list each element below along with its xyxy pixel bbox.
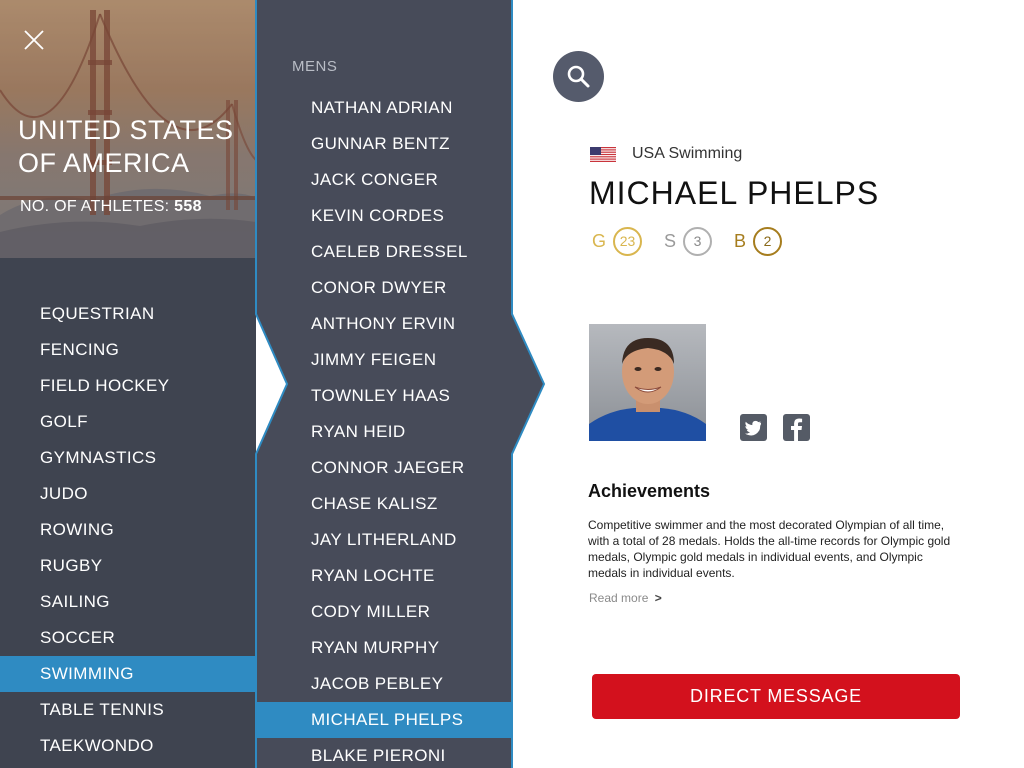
athletes-panel: MENS NATHAN ADRIAN GUNNAR BENTZ JACK CON… (257, 0, 511, 768)
bronze-medal-count: 2 (753, 227, 783, 256)
athlete-item[interactable]: RYAN LOCHTE (257, 558, 511, 594)
sport-item-judo[interactable]: JUDO (0, 476, 256, 512)
silver-medal-count: 3 (683, 227, 713, 256)
athlete-item[interactable]: TOWNLEY HAAS (257, 378, 511, 414)
close-button[interactable] (22, 28, 46, 52)
us-flag-icon (590, 146, 616, 162)
sport-item-rowing[interactable]: ROWING (0, 512, 256, 548)
athlete-item[interactable]: CHASE KALISZ (257, 486, 511, 522)
gold-medal-count: 23 (613, 227, 643, 256)
team-row: USA Swimming (590, 144, 742, 164)
read-more-link[interactable]: Read more > (589, 591, 662, 605)
athlete-item[interactable]: JACK CONGER (257, 162, 511, 198)
silver-medal-letter: S (664, 231, 677, 251)
bronze-medals: B 2 (734, 227, 783, 256)
athletes-count-label: NO. OF ATHLETES: (20, 198, 170, 215)
athlete-portrait-image (589, 324, 706, 441)
search-icon (567, 65, 590, 88)
gold-medal-letter: G (592, 231, 607, 251)
sport-item-field-hockey[interactable]: FIELD HOCKEY (0, 368, 256, 404)
chevron-right-icon: > (654, 591, 662, 605)
athlete-item[interactable]: CONNOR JAEGER (257, 450, 511, 486)
athlete-item-selected[interactable]: MICHAEL PHELPS (257, 702, 511, 738)
search-button[interactable] (553, 51, 604, 102)
athlete-item[interactable]: NATHAN ADRIAN (257, 90, 511, 126)
read-more-label: Read more (589, 591, 649, 605)
direct-message-button[interactable]: DIRECT MESSAGE (592, 674, 960, 719)
sport-item-sailing[interactable]: SAILING (0, 584, 256, 620)
athlete-item[interactable]: RYAN HEID (257, 414, 511, 450)
sport-item-swimming[interactable]: SWIMMING (0, 656, 256, 692)
athletes-count-value: 558 (174, 198, 202, 215)
athlete-item[interactable]: JIMMY FEIGEN (257, 342, 511, 378)
bronze-medal-letter: B (734, 231, 747, 251)
sport-item-rugby[interactable]: RUGBY (0, 548, 256, 584)
sport-item-soccer[interactable]: SOCCER (0, 620, 256, 656)
sport-item-taekwondo[interactable]: TAEKWONDO (0, 728, 256, 764)
athlete-item[interactable]: BLAKE PIERONI (257, 738, 511, 768)
sport-item-table-tennis[interactable]: TABLE TENNIS (0, 692, 256, 728)
athlete-name: MICHAEL PHELPS (589, 175, 880, 211)
sports-panel: UNITED STATES OF AMERICA NO. OF ATHLETES… (0, 0, 256, 768)
athlete-item[interactable]: CAELEB DRESSEL (257, 234, 511, 270)
athlete-item[interactable]: KEVIN CORDES (257, 198, 511, 234)
athlete-item[interactable]: RYAN MURPHY (257, 630, 511, 666)
sport-item-fencing[interactable]: FENCING (0, 332, 256, 368)
silver-medals: S 3 (664, 227, 713, 256)
athlete-item[interactable]: GUNNAR BENTZ (257, 126, 511, 162)
gold-medals: G 23 (592, 227, 643, 256)
twitter-icon (740, 414, 767, 441)
athlete-item[interactable]: CONOR DWYER (257, 270, 511, 306)
achievements-text: Competitive swimmer and the most decorat… (588, 518, 951, 580)
facebook-button[interactable] (783, 414, 810, 441)
sport-item-equestrian[interactable]: EQUESTRIAN (0, 296, 256, 332)
team-name: USA Swimming (632, 145, 743, 162)
sports-list: EQUESTRIAN FENCING FIELD HOCKEY GOLF GYM… (0, 296, 256, 764)
athlete-item[interactable]: JACOB PEBLEY (257, 666, 511, 702)
achievements-title: Achievements (588, 481, 711, 501)
athlete-item[interactable]: ANTHONY ERVIN (257, 306, 511, 342)
athlete-item[interactable]: CODY MILLER (257, 594, 511, 630)
sport-item-golf[interactable]: GOLF (0, 404, 256, 440)
sport-item-gymnastics[interactable]: GYMNASTICS (0, 440, 256, 476)
country-header: UNITED STATES OF AMERICA NO. OF ATHLETES… (0, 0, 256, 258)
facebook-icon (783, 414, 810, 441)
athletes-count: NO. OF ATHLETES: 558 (20, 198, 202, 216)
athletes-list: NATHAN ADRIAN GUNNAR BENTZ JACK CONGER K… (257, 90, 511, 768)
close-icon (24, 30, 44, 50)
athlete-item[interactable]: JAY LITHERLAND (257, 522, 511, 558)
athlete-photo (589, 324, 706, 441)
gender-heading: MENS (292, 58, 338, 75)
twitter-button[interactable] (740, 414, 767, 441)
medal-counts: G 23 S 3 B 2 (592, 227, 804, 256)
country-name: UNITED STATES OF AMERICA (18, 115, 234, 178)
